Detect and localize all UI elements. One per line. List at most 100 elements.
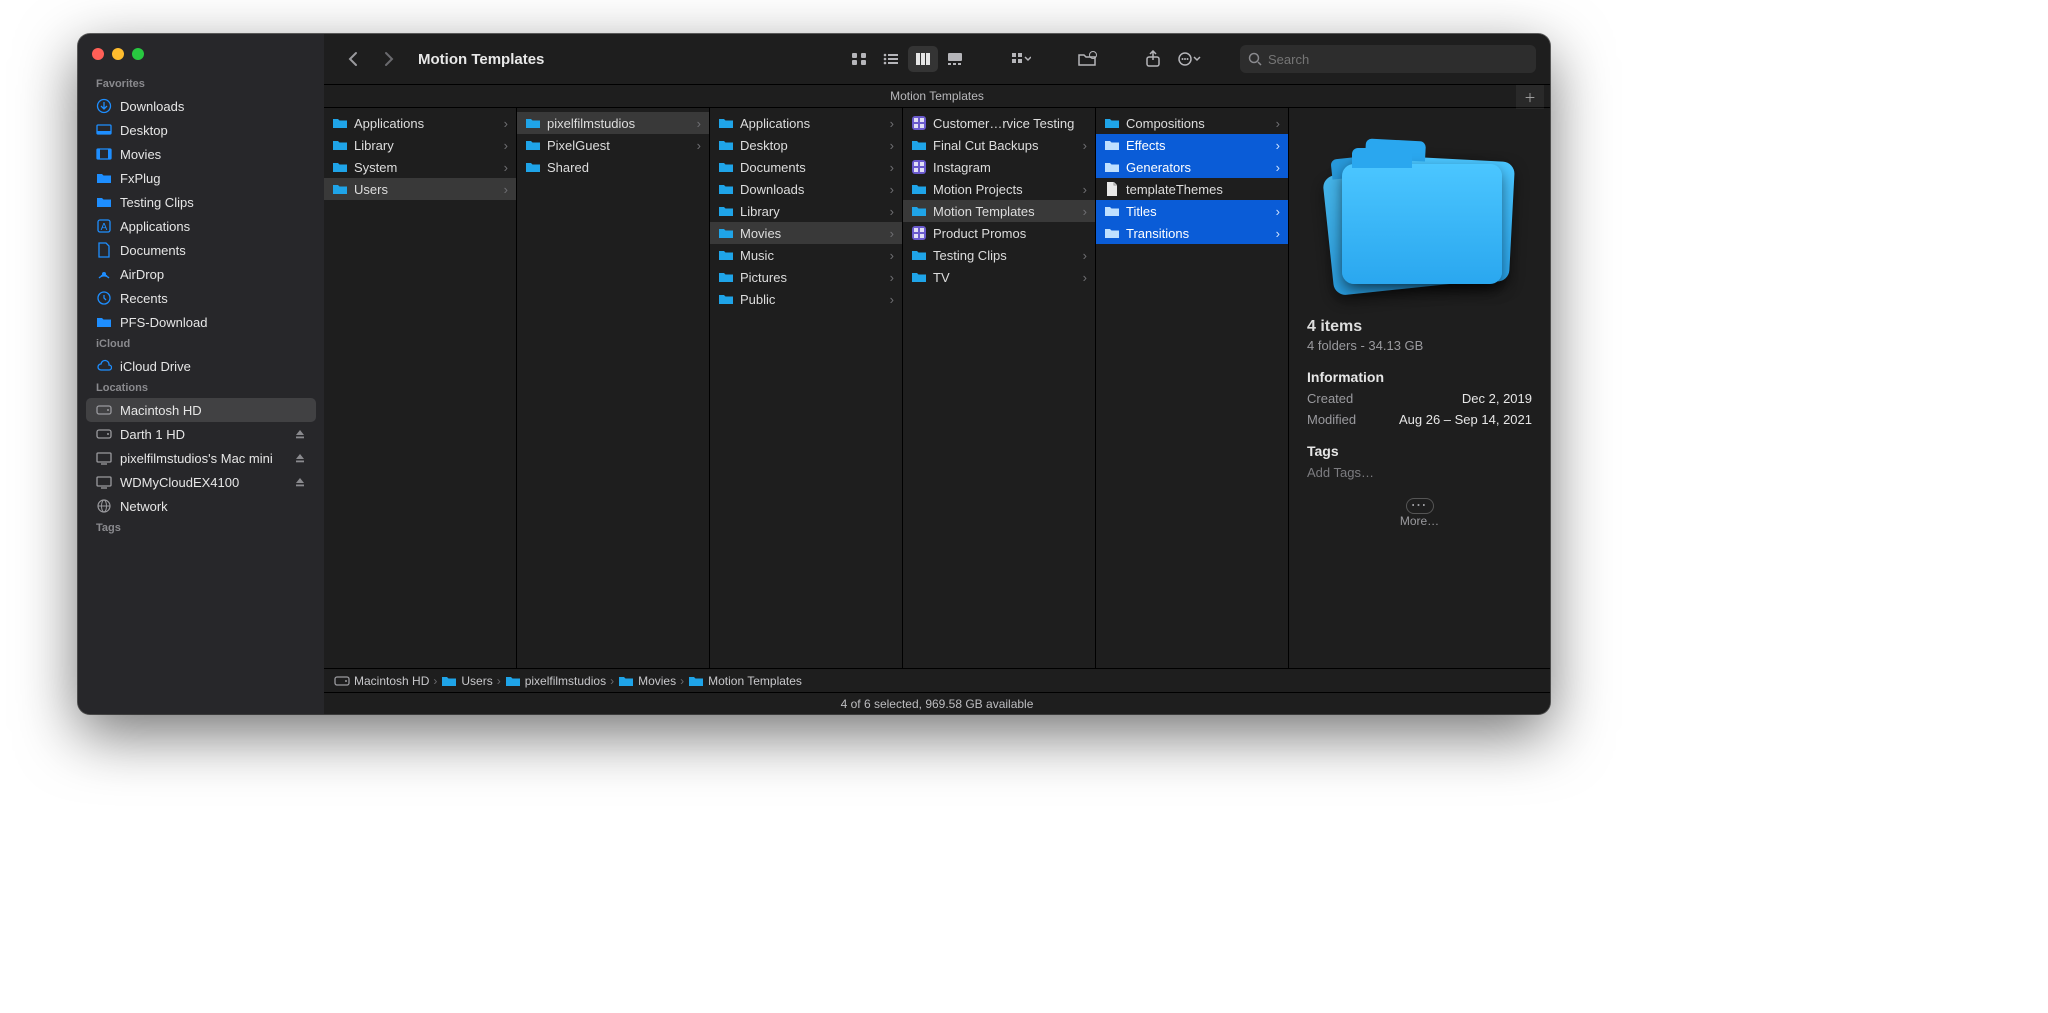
sidebar-item[interactable]: FxPlug (86, 166, 316, 190)
column-1[interactable]: pixelfilmstudios›PixelGuest›Shared (517, 108, 710, 668)
column-2[interactable]: Applications›Desktop›Documents›Downloads… (710, 108, 903, 668)
path-bar[interactable]: Macintosh HD›Users›pixelfilmstudios›Movi… (324, 668, 1550, 692)
column-row[interactable]: Product Promos (903, 222, 1095, 244)
chevron-right-icon: › (1083, 138, 1087, 153)
sidebar-section-header: Tags (86, 518, 316, 538)
forward-button[interactable] (374, 46, 404, 72)
eject-icon[interactable] (294, 452, 306, 464)
sidebar-item[interactable]: Downloads (86, 94, 316, 118)
desktop-icon (96, 122, 112, 138)
column-row[interactable]: Customer…rvice Testing (903, 112, 1095, 134)
sidebar-item[interactable]: iCloud Drive (86, 354, 316, 378)
eject-icon[interactable] (294, 476, 306, 488)
column-row[interactable]: Pictures› (710, 266, 902, 288)
row-label: Downloads (740, 182, 804, 197)
column-row[interactable]: Desktop› (710, 134, 902, 156)
column-row[interactable]: Applications› (710, 112, 902, 134)
sidebar-item[interactable]: pixelfilmstudios's Mac mini (86, 446, 316, 470)
sidebar-item[interactable]: Documents (86, 238, 316, 262)
sidebar-section-header: Favorites (86, 74, 316, 94)
share-button[interactable] (1138, 46, 1168, 72)
column-view-button[interactable] (908, 46, 938, 72)
column-row[interactable]: Public› (710, 288, 902, 310)
sidebar-item[interactable]: WDMyCloudEX4100 (86, 470, 316, 494)
column-row[interactable]: Testing Clips› (903, 244, 1095, 266)
column-row[interactable]: Final Cut Backups› (903, 134, 1095, 156)
folder-icon (718, 137, 734, 153)
column-row[interactable]: Motion Templates› (903, 200, 1095, 222)
column-row[interactable]: Applications› (324, 112, 516, 134)
sidebar-item[interactable]: Darth 1 HD (86, 422, 316, 446)
sidebar-item[interactable]: AApplications (86, 214, 316, 238)
list-view-button[interactable] (876, 46, 906, 72)
path-item[interactable]: Users (441, 674, 492, 688)
search-icon (1248, 52, 1262, 66)
search-field[interactable] (1240, 45, 1536, 73)
folder-icon (1104, 203, 1120, 219)
sidebar-item[interactable]: Desktop (86, 118, 316, 142)
path-item[interactable]: Movies (618, 674, 676, 688)
column-row[interactable]: Library› (324, 134, 516, 156)
sidebar-item-label: Macintosh HD (120, 403, 202, 418)
add-tags-field[interactable]: Add Tags… (1307, 465, 1532, 480)
sidebar-item[interactable]: Movies (86, 142, 316, 166)
sidebar-item[interactable]: PFS-Download (86, 310, 316, 334)
column-row[interactable]: TV› (903, 266, 1095, 288)
minimize-button[interactable] (112, 48, 124, 60)
tab-title[interactable]: Motion Templates (890, 89, 984, 103)
gallery-view-button[interactable] (940, 46, 970, 72)
back-button[interactable] (338, 46, 368, 72)
group-by-button[interactable] (1006, 46, 1036, 72)
path-item[interactable]: pixelfilmstudios (505, 674, 606, 688)
column-3[interactable]: Customer…rvice Testing Final Cut Backups›… (903, 108, 1096, 668)
sidebar-item[interactable]: AirDrop (86, 262, 316, 286)
row-label: PixelGuest (547, 138, 610, 153)
row-label: Customer…rvice Testing (933, 116, 1074, 131)
chevron-right-icon: › (1276, 204, 1280, 219)
column-row[interactable]: PixelGuest› (517, 134, 709, 156)
chevron-right-icon: › (890, 248, 894, 263)
column-row[interactable]: Transitions› (1096, 222, 1288, 244)
sidebar-item-label: FxPlug (120, 171, 160, 186)
sidebar-section-header: iCloud (86, 334, 316, 354)
sidebar-item[interactable]: Recents (86, 286, 316, 310)
column-row[interactable]: Compositions› (1096, 112, 1288, 134)
column-row[interactable]: pixelfilmstudios› (517, 112, 709, 134)
close-button[interactable] (92, 48, 104, 60)
column-4[interactable]: Compositions›Effects›Generators›template… (1096, 108, 1289, 668)
new-tab-button[interactable]: ＋ (1516, 85, 1544, 109)
sidebar-item[interactable]: Network (86, 494, 316, 518)
eject-icon[interactable] (294, 428, 306, 440)
column-row[interactable]: Documents› (710, 156, 902, 178)
sidebar-item[interactable]: Macintosh HD (86, 398, 316, 422)
path-item[interactable]: Motion Templates (688, 674, 802, 688)
column-row[interactable]: Shared (517, 156, 709, 178)
column-row[interactable]: Titles› (1096, 200, 1288, 222)
column-row[interactable]: Instagram (903, 156, 1095, 178)
column-row[interactable]: templateThemes (1096, 178, 1288, 200)
folder-icon (525, 115, 541, 131)
path-item[interactable]: Macintosh HD (334, 674, 429, 688)
finder-window: FavoritesDownloadsDesktopMoviesFxPlugTes… (78, 34, 1550, 714)
column-row[interactable]: System› (324, 156, 516, 178)
action-menu-button[interactable] (1174, 46, 1204, 72)
view-switcher (844, 46, 970, 72)
more-icon[interactable]: ⋯ (1406, 498, 1434, 514)
column-row[interactable]: Music› (710, 244, 902, 266)
column-row[interactable]: Downloads› (710, 178, 902, 200)
column-row[interactable]: Effects› (1096, 134, 1288, 156)
sidebar-item[interactable]: Testing Clips (86, 190, 316, 214)
column-row[interactable]: Movies› (710, 222, 902, 244)
column-0[interactable]: Applications›Library›System›Users› (324, 108, 517, 668)
folder-icon (718, 225, 734, 241)
more-label[interactable]: More… (1307, 514, 1532, 528)
column-row[interactable]: Library› (710, 200, 902, 222)
new-folder-button[interactable] (1072, 46, 1102, 72)
sidebar-item-label: pixelfilmstudios's Mac mini (120, 451, 273, 466)
column-row[interactable]: Users› (324, 178, 516, 200)
column-row[interactable]: Generators› (1096, 156, 1288, 178)
icon-view-button[interactable] (844, 46, 874, 72)
search-input[interactable] (1268, 52, 1528, 67)
column-row[interactable]: Motion Projects› (903, 178, 1095, 200)
zoom-button[interactable] (132, 48, 144, 60)
